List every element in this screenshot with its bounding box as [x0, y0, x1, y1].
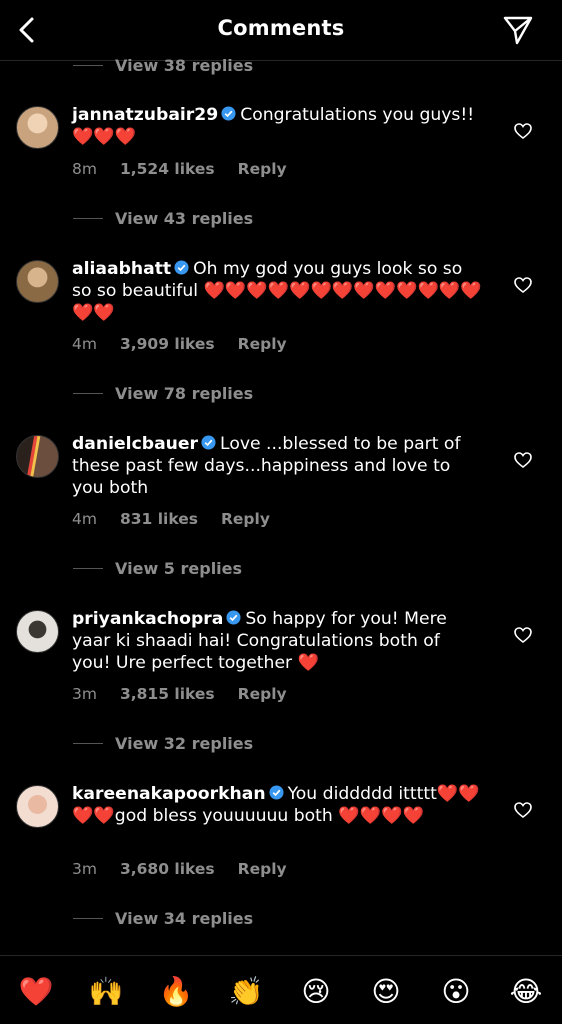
- avatar[interactable]: [16, 106, 59, 149]
- divider-line: [73, 567, 103, 569]
- view-replies-label: View 34 replies: [115, 908, 254, 928]
- comment-text-block: danielcbauer Love ...blessed to be part o…: [72, 433, 482, 499]
- like-heart-icon[interactable]: [514, 277, 532, 293]
- verified-badge-icon: [221, 106, 236, 121]
- verified-badge-icon: [269, 785, 284, 800]
- reply-button[interactable]: Reply: [238, 160, 287, 180]
- avatar[interactable]: [16, 260, 59, 303]
- red-heart-emoji-icon[interactable]: ❤️: [16, 974, 56, 1010]
- username[interactable]: danielcbauer: [72, 434, 198, 454]
- header-bar: Comments: [0, 0, 562, 61]
- reply-button[interactable]: Reply: [221, 510, 270, 530]
- view-replies-link[interactable]: View 34 replies: [73, 908, 253, 928]
- tears-of-joy-emoji-icon[interactable]: 😂: [506, 974, 546, 1010]
- view-replies-label: View 78 replies: [115, 383, 254, 403]
- reply-button[interactable]: Reply: [238, 685, 287, 705]
- comment-text-block: jannatzubair29 Congratulations you guys!!…: [72, 104, 482, 148]
- view-replies-label: View 43 replies: [115, 208, 254, 228]
- verified-badge-icon: [226, 610, 241, 625]
- likes-count[interactable]: 3,909 likes: [120, 335, 215, 355]
- verified-badge-icon: [174, 260, 189, 275]
- comment-time: 3m: [72, 685, 97, 703]
- raising-hands-emoji-icon[interactable]: 🙌: [86, 974, 126, 1010]
- username[interactable]: aliaabhatt: [72, 259, 171, 279]
- view-replies-link[interactable]: View 78 replies: [73, 383, 253, 403]
- share-send-icon[interactable]: [502, 14, 534, 46]
- comment-text-block: priyankachopra So happy for you! Mere yaa…: [72, 608, 482, 674]
- clapping-hands-emoji-icon[interactable]: 👏: [226, 974, 266, 1010]
- avatar[interactable]: [16, 610, 59, 653]
- view-replies-link[interactable]: View 43 replies: [73, 208, 253, 228]
- like-heart-icon[interactable]: [514, 627, 532, 643]
- crying-face-emoji-icon[interactable]: 😢: [296, 974, 336, 1010]
- reply-button[interactable]: Reply: [238, 860, 287, 880]
- likes-count[interactable]: 831 likes: [120, 510, 198, 530]
- avatar[interactable]: [16, 785, 59, 828]
- divider-line: [73, 64, 103, 66]
- username[interactable]: jannatzubair29: [72, 105, 218, 125]
- comment-meta: 8m 1,524 likes Reply: [72, 160, 310, 180]
- comment-text-block: aliaabhatt Oh my god you guys look so so …: [72, 258, 482, 324]
- likes-count[interactable]: 1,524 likes: [120, 160, 215, 180]
- likes-count[interactable]: 3,680 likes: [120, 860, 215, 880]
- comment-meta: 4m 3,909 likes Reply: [72, 335, 310, 355]
- comment-text-block: kareenakapoorkhan You diddddd ittttt❤️❤️❤…: [72, 783, 482, 827]
- view-replies-label: View 32 replies: [115, 733, 254, 753]
- username[interactable]: priyankachopra: [72, 609, 223, 629]
- comment-time: 3m: [72, 860, 97, 878]
- username[interactable]: kareenakapoorkhan: [72, 784, 266, 804]
- view-replies-label: View 38 replies: [115, 55, 254, 75]
- like-heart-icon[interactable]: [514, 452, 532, 468]
- comment-meta: 4m 831 likes Reply: [72, 510, 293, 530]
- view-replies-label: View 5 replies: [115, 558, 243, 578]
- like-heart-icon[interactable]: [514, 123, 532, 139]
- avatar[interactable]: [16, 435, 59, 478]
- verified-badge-icon: [201, 435, 216, 450]
- divider-line: [73, 392, 103, 394]
- heart-eyes-emoji-icon[interactable]: 😍: [366, 974, 406, 1010]
- comment-time: 4m: [72, 510, 97, 528]
- page-title: Comments: [217, 16, 345, 40]
- comment-meta: 3m 3,815 likes Reply: [72, 685, 310, 705]
- comment-time: 4m: [72, 335, 97, 353]
- view-replies-link[interactable]: View 5 replies: [73, 558, 242, 578]
- fire-emoji-icon[interactable]: 🔥: [156, 974, 196, 1010]
- emoji-reaction-bar: ❤️ 🙌 🔥 👏 😢 😍 😮 😂: [0, 955, 562, 1024]
- likes-count[interactable]: 3,815 likes: [120, 685, 215, 705]
- divider-line: [73, 742, 103, 744]
- comment-time: 8m: [72, 160, 97, 178]
- surprised-face-emoji-icon[interactable]: 😮: [436, 974, 476, 1010]
- divider-line: [73, 917, 103, 919]
- divider-line: [73, 217, 103, 219]
- view-replies-link[interactable]: View 32 replies: [73, 733, 253, 753]
- like-heart-icon[interactable]: [514, 802, 532, 818]
- comment-meta: 3m 3,680 likes Reply: [72, 860, 310, 880]
- view-replies-link[interactable]: View 38 replies: [73, 55, 253, 75]
- reply-button[interactable]: Reply: [238, 335, 287, 355]
